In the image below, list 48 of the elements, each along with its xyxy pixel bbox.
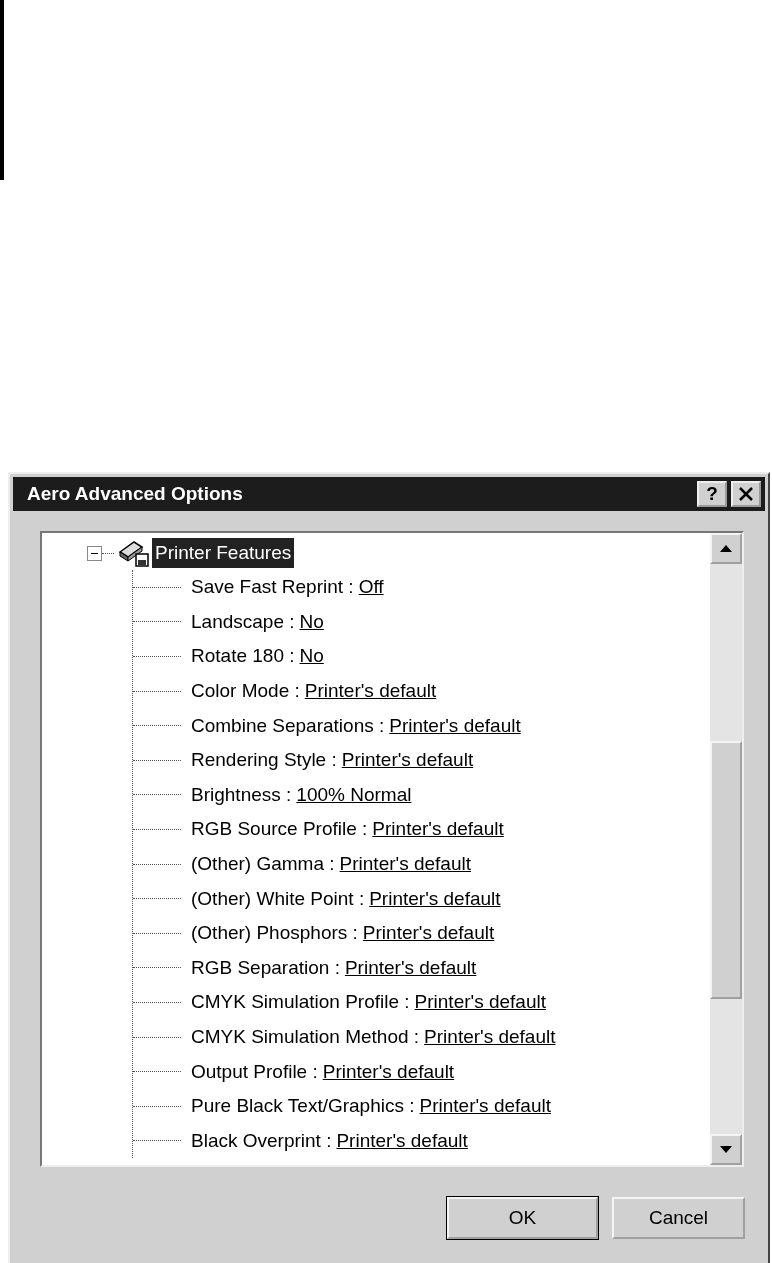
option-value-link[interactable]: Printer's default [344,956,477,979]
option-label: Save Fast Reprint : [191,576,354,599]
option-value-link[interactable]: Printer's default [389,714,521,737]
option-label: RGB Source Profile : [191,818,368,841]
option-label: Combine Separations : [191,714,385,737]
collapse-toggle[interactable] [87,545,102,561]
option-label: Rendering Style : [191,749,337,772]
option-value-link[interactable]: Printer's default [304,680,437,703]
option-label: Brightness : [191,783,292,806]
option-label: CMYK Simulation Method : [191,1026,420,1048]
option-label: (Other) Gamma : [191,853,335,876]
cancel-button[interactable]: Cancel [612,1197,745,1239]
option-value-link[interactable]: Printer's default [369,887,501,910]
option-value-link[interactable]: Printer's default [341,749,474,772]
option-value-link[interactable]: Off [358,576,384,599]
option-value-link[interactable]: Printer's default [424,1026,556,1048]
printer-icon [116,538,150,568]
option-value-link[interactable]: No [299,610,324,633]
option-label: Landscape : [191,610,295,633]
option-value-link[interactable]: Printer's default [336,1129,468,1152]
option-value-link[interactable]: 100% Normal [296,783,412,806]
option-label: RGB Separation : [191,956,340,979]
option-value-link[interactable]: No [299,645,324,668]
option-value-link[interactable]: Printer's default [339,853,471,876]
option-value-link[interactable]: Printer's default [322,1060,455,1083]
option-label: Rotate 180 : [191,645,295,668]
option-value-link[interactable]: Printer's default [362,922,495,945]
ok-button[interactable]: OK [447,1197,598,1239]
option-label: (Other) Phosphors : [191,922,358,945]
window-title: Aero Advanced Options [27,483,244,505]
scroll-thumb[interactable] [710,741,742,999]
option-label: (Other) White Point : [191,887,365,910]
option-value-link[interactable]: Printer's default [414,991,546,1014]
down-triangle-icon [720,1146,732,1153]
option-label: Black Overprint : [191,1129,332,1152]
close-icon [738,486,754,502]
scroll-up-button[interactable] [710,533,742,564]
option-value-link[interactable]: Printer's default [372,818,504,841]
close-button[interactable] [731,481,761,507]
up-triangle-icon [720,545,732,552]
option-label: CMYK Simulation Profile : [191,991,410,1014]
scroll-down-button[interactable] [710,1134,742,1165]
option-label: Pure Black Text/Graphics : [191,1095,415,1118]
option-label: Color Mode : [191,680,300,703]
tree-item[interactable]: Printer Features [152,538,295,568]
help-button[interactable]: ? [697,481,727,507]
option-value-link[interactable]: Printer's default [419,1095,551,1118]
option-label: Output Profile : [191,1060,318,1083]
